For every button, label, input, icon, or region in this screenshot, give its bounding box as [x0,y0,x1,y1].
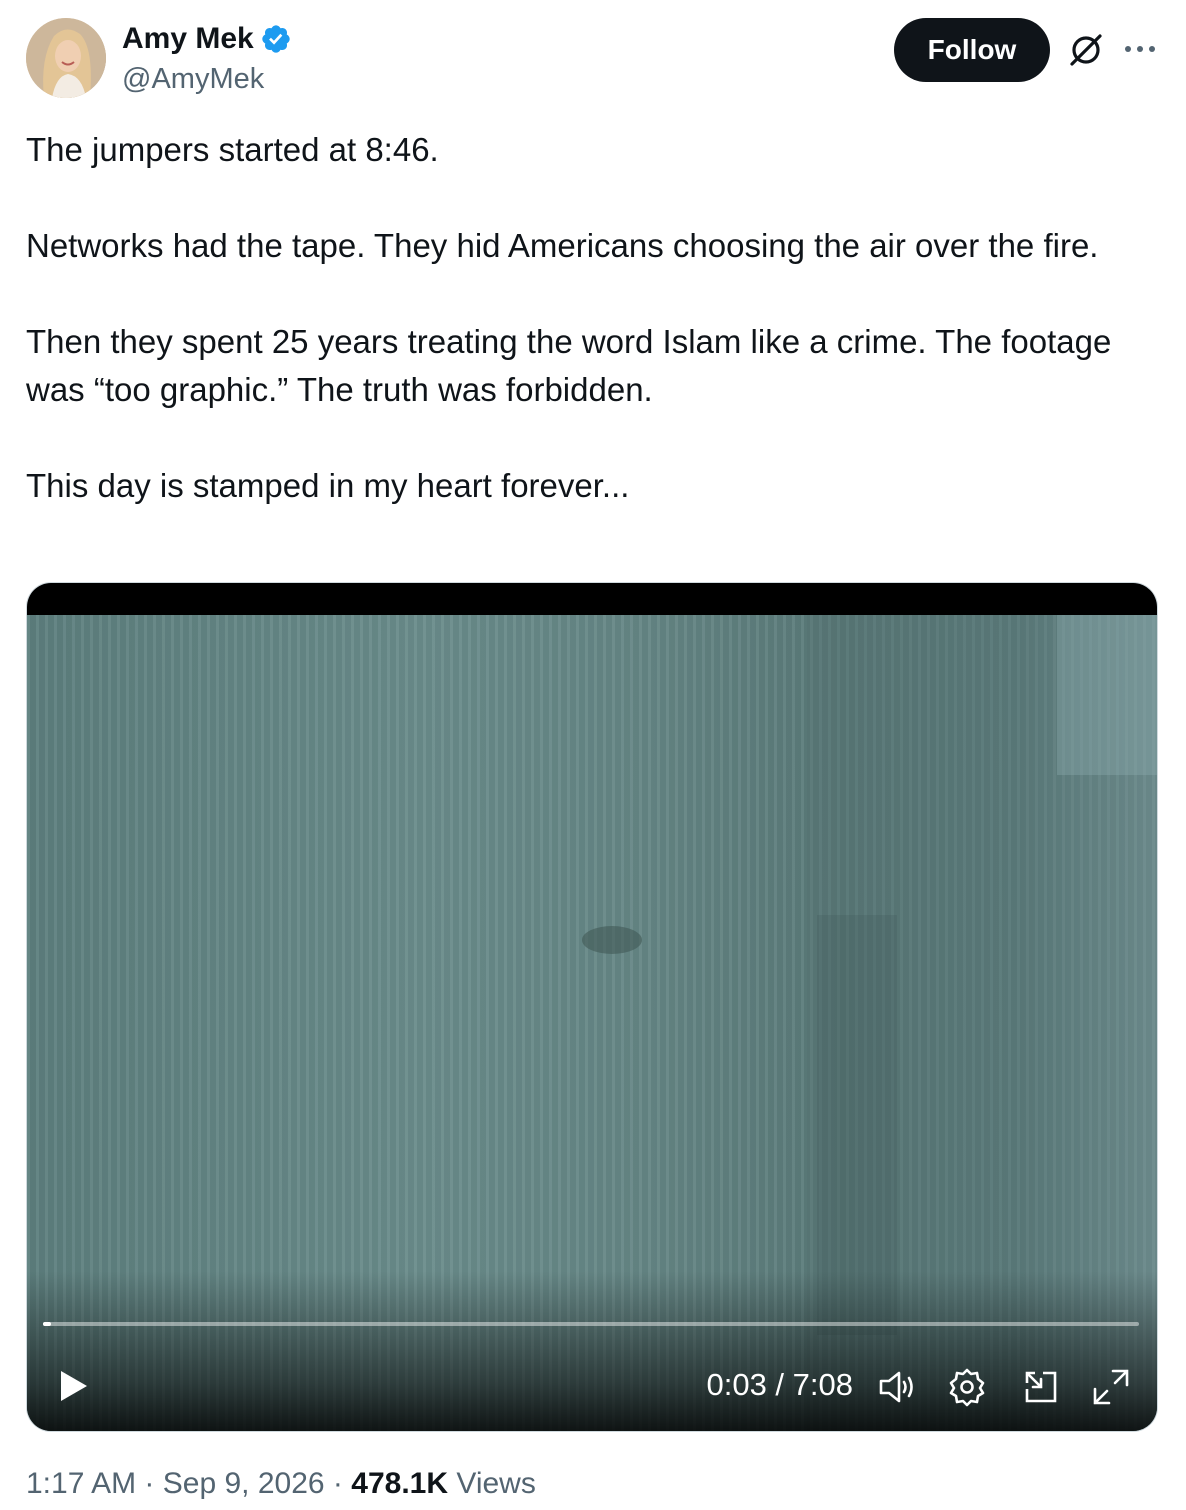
fullscreen-icon[interactable] [1091,1367,1131,1407]
meta-separator: · [144,1467,155,1500]
video-controls-gradient [27,1271,1157,1431]
progress-bar-fill [43,1322,51,1326]
time-display: 0:03 / 7:08 [706,1367,853,1402]
play-icon[interactable] [57,1369,89,1403]
more-icon[interactable] [1122,34,1158,64]
views-count: 478.1K [351,1467,449,1500]
tweet-paragraph: Networks had the tape. They hid American… [26,227,1099,264]
display-name[interactable]: Amy Mek [122,20,254,58]
tweet-meta: 1:17 AM · Sep 9, 2026 · 478.1K Views [26,1464,536,1504]
verified-badge-icon[interactable] [260,23,292,55]
post-date[interactable]: Sep 9, 2026 [163,1467,325,1500]
post-time[interactable]: 1:17 AM [26,1467,136,1500]
volume-icon[interactable] [877,1367,917,1407]
video-player[interactable]: 0:03 / 7:08 [27,583,1157,1431]
tweet-text: The jumpers started at 8:46. Networks ha… [26,126,1146,510]
pip-icon[interactable] [1021,1367,1061,1407]
tweet-paragraph: The jumpers started at 8:46. [26,131,439,168]
tweet-paragraph: Then they spent 25 years treating the wo… [26,323,1112,408]
settings-icon[interactable] [947,1367,987,1407]
author-name-row[interactable]: Amy Mek [122,20,292,58]
grok-icon[interactable] [1064,28,1108,72]
avatar[interactable] [26,18,106,98]
views-label: Views [456,1467,536,1500]
tweet-paragraph: This day is stamped in my heart forever.… [26,467,630,504]
meta-separator: · [332,1467,343,1500]
follow-button[interactable]: Follow [894,18,1050,82]
profile-photo [26,18,106,98]
progress-bar[interactable] [43,1322,1139,1326]
author-handle[interactable]: @AmyMek [122,60,264,98]
